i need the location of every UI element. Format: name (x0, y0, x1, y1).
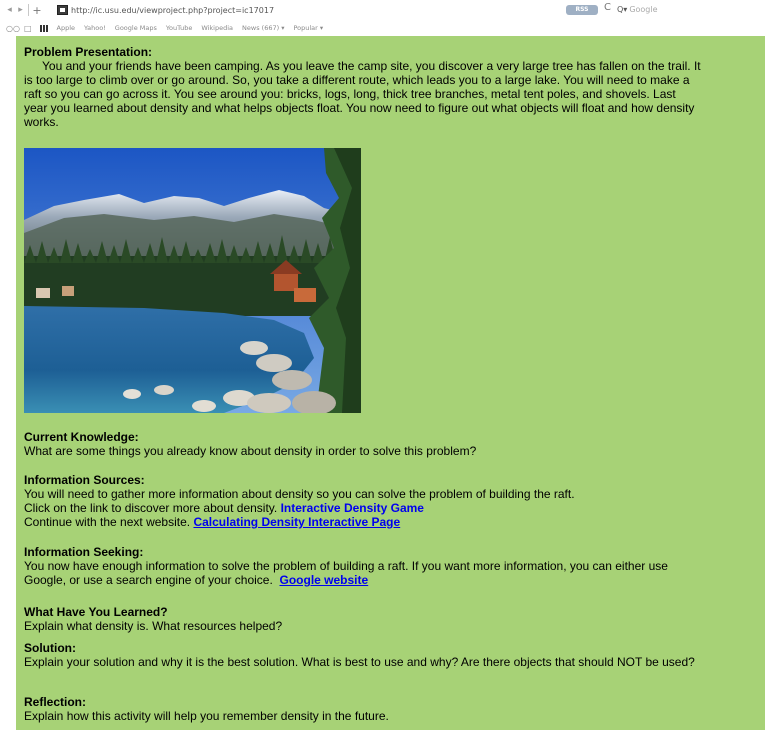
solution-heading: Solution: (24, 641, 76, 655)
lake-photo (24, 148, 361, 413)
current-knowledge-heading: Current Knowledge: (24, 430, 139, 444)
bookmark-item[interactable]: Wikipedia (201, 24, 233, 32)
calculating-density-link[interactable]: Calculating Density Interactive Page (193, 515, 400, 529)
problem-presentation-section: Problem Presentation: You and your frien… (24, 45, 758, 129)
what-learned-heading: What Have You Learned? (24, 605, 168, 619)
bookmark-item[interactable]: Popular ▾ (293, 24, 323, 32)
next-website-prompt: Continue with the next website. (24, 515, 191, 529)
new-tab-button[interactable]: + (31, 4, 43, 17)
toolbar-divider (28, 4, 29, 16)
bookmark-item[interactable]: News (667) ▾ (242, 24, 284, 32)
reflection-text: Explain how this activity will help you … (24, 709, 389, 723)
problem-line: works. (24, 115, 59, 129)
density-game-prompt: Click on the link to discover more about… (24, 501, 278, 515)
information-sources-section: Information Sources: You will need to ga… (24, 473, 758, 529)
information-sources-line: Continue with the next website. Calculat… (24, 515, 758, 529)
address-url[interactable]: http://ic.usu.edu/viewproject.php?projec… (71, 6, 274, 15)
information-seeking-line: You now have enough information to solve… (24, 559, 668, 573)
problem-presentation-heading: Problem Presentation: (24, 45, 153, 59)
reload-icon[interactable]: C (604, 2, 611, 13)
bookmarks-bar: ○○ □ Apple Yahoo! Google Maps YouTube Wi… (0, 21, 765, 35)
search-icon[interactable]: Q▾ (617, 5, 627, 14)
bookmark-item[interactable]: Google Maps (115, 24, 157, 32)
search-engine-prompt: Google, or use a search engine of your c… (24, 573, 273, 587)
solution-text: Explain your solution and why it is the … (24, 655, 695, 669)
back-button[interactable]: ◂ (4, 3, 15, 17)
search-placeholder[interactable]: Google (629, 5, 657, 14)
problem-presentation-text: You and your friends have been camping. … (24, 59, 758, 129)
site-favicon-icon (57, 5, 68, 15)
current-knowledge-section: Current Knowledge: What are some things … (24, 430, 758, 458)
address-bar[interactable]: http://ic.usu.edu/viewproject.php?projec… (57, 3, 557, 17)
problem-line: raft so you can go across it. You see ar… (24, 87, 676, 101)
top-sites-icon[interactable] (39, 24, 49, 32)
information-seeking-line: Google, or use a search engine of your c… (24, 573, 758, 587)
reflection-section: Reflection: Explain how this activity wi… (24, 695, 758, 723)
forward-button[interactable]: ▸ (15, 3, 26, 17)
information-seeking-section: Information Seeking: You now have enough… (24, 545, 758, 587)
information-sources-heading: Information Sources: (24, 473, 145, 487)
what-learned-text: Explain what density is. What resources … (24, 619, 283, 633)
bookmarks-icon[interactable]: □ (24, 24, 32, 33)
google-website-link[interactable]: Google website (280, 573, 369, 587)
page-content: Problem Presentation: You and your frien… (16, 36, 765, 730)
information-seeking-heading: Information Seeking: (24, 545, 144, 559)
bookmark-item[interactable]: Apple (57, 24, 76, 32)
bookmark-item[interactable]: YouTube (166, 24, 192, 32)
solution-section: Solution: Explain your solution and why … (24, 641, 758, 669)
rss-button[interactable]: RSS (566, 5, 598, 15)
current-knowledge-text: What are some things you already know ab… (24, 444, 477, 458)
bookmark-item[interactable]: Yahoo! (84, 24, 106, 32)
information-sources-line: You will need to gather more information… (24, 487, 575, 501)
what-learned-section: What Have You Learned? Explain what dens… (24, 605, 758, 633)
information-sources-line: Click on the link to discover more about… (24, 501, 758, 515)
problem-line: year you learned about density and what … (24, 101, 695, 115)
reading-list-icon[interactable]: ○○ (6, 24, 20, 33)
reflection-heading: Reflection: (24, 695, 87, 709)
browser-chrome: ◂ ▸ + http://ic.usu.edu/viewproject.php?… (0, 0, 765, 36)
problem-line: You and your friends have been camping. … (42, 59, 701, 73)
interactive-density-game-link[interactable]: Interactive Density Game (281, 501, 424, 515)
problem-line: is too large to climb over or go around.… (24, 73, 690, 87)
search-field[interactable]: Q▾ Google (617, 3, 727, 16)
